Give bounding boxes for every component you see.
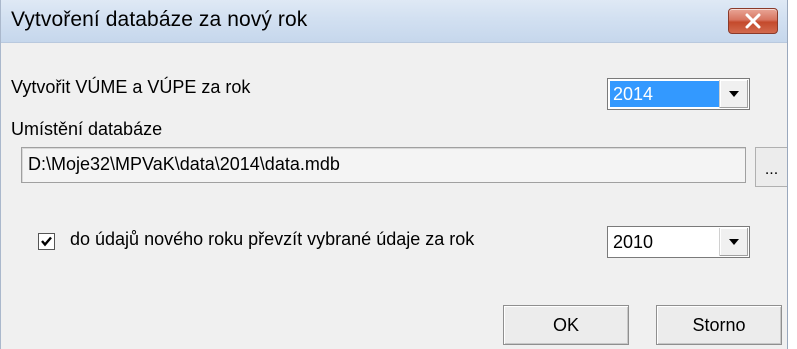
transfer-year-value: 2010: [613, 232, 654, 252]
title-bar[interactable]: Vytvoření databáze za nový rok: [1, 0, 787, 43]
ok-button[interactable]: OK: [503, 305, 629, 345]
database-path-field[interactable]: D:\Moje32\MPVaK\data\2014\data.mdb: [21, 147, 746, 183]
window-title: Vytvoření databáze za nový rok: [11, 8, 308, 31]
chevron-down-icon: [729, 239, 739, 245]
location-label: Umístění databáze: [11, 119, 163, 139]
transfer-label: do údajů nového roku převzít vybrané úda…: [70, 229, 475, 249]
create-year-select[interactable]: 2014: [607, 78, 750, 110]
close-button[interactable]: [728, 8, 778, 34]
transfer-year-dropdown-button[interactable]: [719, 228, 748, 256]
browse-button[interactable]: ...: [755, 147, 787, 187]
cancel-button[interactable]: Storno: [656, 305, 782, 345]
create-year-dropdown-button[interactable]: [719, 80, 748, 108]
transfer-checkbox[interactable]: [38, 233, 55, 250]
create-year-value: 2014: [610, 81, 719, 107]
close-icon: [745, 13, 761, 29]
create-year-label: Vytvořit VÚME a VÚPE za rok: [11, 77, 251, 97]
chevron-down-icon: [729, 91, 739, 97]
dialog-window: Vytvoření databáze za nový rok Vytvořit …: [0, 0, 788, 349]
checkmark-icon: [41, 236, 52, 247]
transfer-year-select[interactable]: 2010: [607, 226, 750, 258]
database-path-value: D:\Moje32\MPVaK\data\2014\data.mdb: [28, 154, 340, 174]
